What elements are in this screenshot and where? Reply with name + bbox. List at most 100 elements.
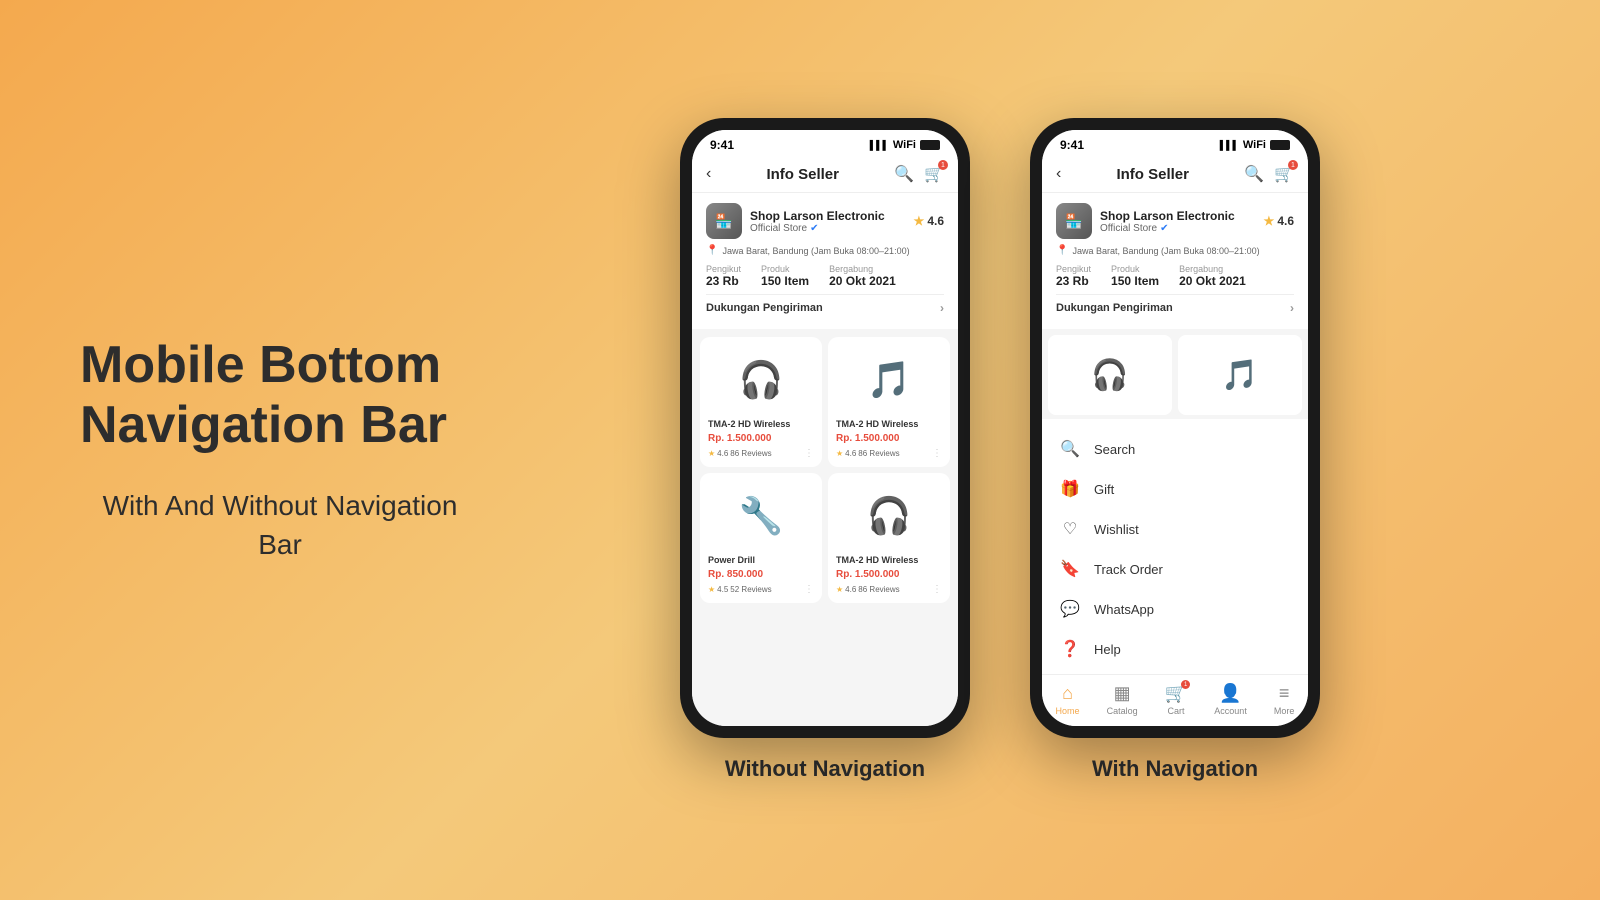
phone2-back-icon[interactable]: ‹ (1056, 165, 1061, 183)
phone2-verified-icon: ✔ (1160, 223, 1168, 234)
phone2-seller-location: 📍 Jawa Barat, Bandung (Jam Buka 08:00–21… (1056, 245, 1294, 256)
phone1-seller-details: Shop Larson Electronic Official Store ✔ (750, 209, 885, 234)
battery-icon (920, 140, 940, 150)
product-footer-1: ★ 4.6 86 Reviews ⋮ (708, 448, 814, 459)
phone2-official-badge: Official Store ✔ (1100, 223, 1235, 234)
bottom-nav-home[interactable]: ⌂ Home (1056, 683, 1080, 716)
menu-wishlist-icon: ♡ (1060, 519, 1080, 539)
product-more-icon[interactable]: ⋮ (804, 448, 814, 459)
phone2-star-icon: ★ (1264, 214, 1275, 228)
product-rating-1: ★ 4.6 86 Reviews (708, 449, 772, 458)
product-rating-2: ★ 4.6 86 Reviews (836, 449, 900, 458)
menu-help-icon: ❓ (1060, 639, 1080, 659)
phone1-seller-avatar: 🏪 (706, 203, 742, 239)
account-icon: 👤 (1219, 683, 1241, 704)
main-title: Mobile Bottom Navigation Bar (80, 336, 480, 456)
menu-item-trackorder[interactable]: 🔖 Track Order (1042, 549, 1308, 589)
phone1-stat-pengikut: Pengikut 23 Rb (706, 264, 741, 288)
menu-search-icon: 🔍 (1060, 439, 1080, 459)
menu-item-search[interactable]: 🔍 Search (1042, 429, 1308, 469)
phone1-seller-rating: ★ 4.6 (914, 214, 944, 228)
signal-icon: ▌▌▌ (870, 140, 889, 150)
sub-title: With And Without Navigation Bar (80, 486, 480, 564)
phone1-screen: 9:41 ▌▌▌ WiFi ‹ Info Seller 🔍 (692, 130, 958, 726)
phone2-stat-produk: Produk 150 Item (1111, 264, 1159, 288)
product-price-3: Rp. 850.000 (708, 569, 814, 580)
phone1-time: 9:41 (710, 138, 734, 152)
product-image-4: 🎧 (836, 481, 942, 551)
product-rating-3: ★ 4.5 52 Reviews (708, 585, 772, 594)
phone2-label: With Navigation (1092, 756, 1258, 782)
phone2-time: 9:41 (1060, 138, 1084, 152)
product-name-1: TMA-2 HD Wireless (708, 419, 814, 429)
product-rating-4: ★ 4.6 86 Reviews (836, 585, 900, 594)
menu-item-wishlist[interactable]: ♡ Wishlist (1042, 509, 1308, 549)
phone2-seller-avatar: 🏪 (1056, 203, 1092, 239)
bottom-nav-account[interactable]: 👤 Account (1214, 683, 1247, 716)
product-name-4: TMA-2 HD Wireless (836, 555, 942, 565)
left-text-section: Mobile Bottom Navigation Bar With And Wi… (80, 336, 480, 564)
product-price-2: Rp. 1.500.000 (836, 433, 942, 444)
phone2-wrapper: 9:41 ▌▌▌ WiFi ‹ Info Seller 🔍 (1030, 118, 1320, 782)
phone2-nav-title: Info Seller (1116, 166, 1189, 183)
phone2-chevron-icon: › (1290, 301, 1294, 315)
phone2-battery-icon (1270, 140, 1290, 150)
phone2-partial-card-2: 🎵 (1178, 335, 1302, 415)
product-card-4[interactable]: 🎧 TMA-2 HD Wireless Rp. 1.500.000 ★ 4.6 … (828, 473, 950, 603)
phone2-seller-rating: ★ 4.6 (1264, 214, 1294, 228)
cart-nav-badge: 1 (1181, 680, 1190, 689)
phone2-seller-name: Shop Larson Electronic (1100, 209, 1235, 223)
phone2-seller-header: 🏪 Shop Larson Electronic Official Store … (1056, 203, 1294, 239)
phone2-menu-overlay: 🔍 Search 🎁 Gift ♡ Wishlist 🔖 (1042, 419, 1308, 674)
product-footer-4: ★ 4.6 86 Reviews ⋮ (836, 584, 942, 595)
catalog-icon: ▦ (1114, 683, 1131, 704)
phone1-nav-icons: 🔍 🛒 1 (894, 164, 944, 184)
bottom-nav-more[interactable]: ≡ More (1274, 683, 1295, 716)
product-price-4: Rp. 1.500.000 (836, 569, 942, 580)
product-card-2[interactable]: 🎵 TMA-2 HD Wireless Rp. 1.500.000 ★ 4.6 … (828, 337, 950, 467)
phone2-stat-bergabung: Bergabung 20 Okt 2021 (1179, 264, 1246, 288)
phone1-seller-stats: Pengikut 23 Rb Produk 150 Item Bergabung… (706, 264, 944, 288)
account-label: Account (1214, 706, 1247, 716)
product-more-icon-3[interactable]: ⋮ (804, 584, 814, 595)
cart-icon-wrap[interactable]: 🛒 1 (924, 164, 944, 184)
phone2-shipping-row[interactable]: Dukungan Pengiriman › (1056, 294, 1294, 321)
phone1-nav-title: Info Seller (766, 166, 839, 183)
cart-badge: 1 (938, 160, 948, 170)
product-name-3: Power Drill (708, 555, 814, 565)
bottom-nav-cart[interactable]: 🛒 1 Cart (1165, 683, 1187, 716)
menu-item-whatsapp[interactable]: 💬 WhatsApp (1042, 589, 1308, 629)
back-icon[interactable]: ‹ (706, 165, 711, 183)
phone1-label: Without Navigation (725, 756, 925, 782)
product-more-icon-2[interactable]: ⋮ (932, 448, 942, 459)
product-star-icon-3: ★ (708, 585, 715, 594)
wifi-icon: WiFi (893, 139, 916, 151)
product-price-1: Rp. 1.500.000 (708, 433, 814, 444)
menu-whatsapp-icon: 💬 (1060, 599, 1080, 619)
menu-item-help[interactable]: ❓ Help (1042, 629, 1308, 669)
phone2-location-icon: 📍 (1056, 245, 1068, 256)
phone1-status-icons: ▌▌▌ WiFi (870, 139, 940, 151)
phone2-cart-badge: 1 (1288, 160, 1298, 170)
phone1-stat-bergabung: Bergabung 20 Okt 2021 (829, 264, 896, 288)
phone2-seller-details: Shop Larson Electronic Official Store ✔ (1100, 209, 1235, 234)
home-label: Home (1056, 706, 1080, 716)
phone2-cart-icon-wrap[interactable]: 🛒 1 (1274, 164, 1294, 184)
phone2-seller-info: 🏪 Shop Larson Electronic Official Store … (1056, 203, 1235, 239)
bottom-nav-catalog[interactable]: ▦ Catalog (1107, 683, 1138, 716)
search-nav-icon[interactable]: 🔍 (894, 164, 914, 184)
phone2-seller-stats: Pengikut 23 Rb Produk 150 Item Bergabung… (1056, 264, 1294, 288)
product-card-3[interactable]: 🔧 Power Drill Rp. 850.000 ★ 4.5 52 Revie… (700, 473, 822, 603)
phone2-seller-section: 🏪 Shop Larson Electronic Official Store … (1042, 193, 1308, 329)
menu-item-gift[interactable]: 🎁 Gift (1042, 469, 1308, 509)
more-label: More (1274, 706, 1295, 716)
phone2-search-nav-icon[interactable]: 🔍 (1244, 164, 1264, 184)
phones-container: 9:41 ▌▌▌ WiFi ‹ Info Seller 🔍 (480, 118, 1520, 782)
phone2-wifi-icon: WiFi (1243, 139, 1266, 151)
product-card-1[interactable]: 🎧 TMA-2 HD Wireless Rp. 1.500.000 ★ 4.6 … (700, 337, 822, 467)
phone1-seller-info: 🏪 Shop Larson Electronic Official Store … (706, 203, 885, 239)
phone1-shipping-row[interactable]: Dukungan Pengiriman › (706, 294, 944, 321)
phone2-status-bar: 9:41 ▌▌▌ WiFi (1042, 130, 1308, 156)
star-icon: ★ (914, 214, 925, 228)
product-more-icon-4[interactable]: ⋮ (932, 584, 942, 595)
